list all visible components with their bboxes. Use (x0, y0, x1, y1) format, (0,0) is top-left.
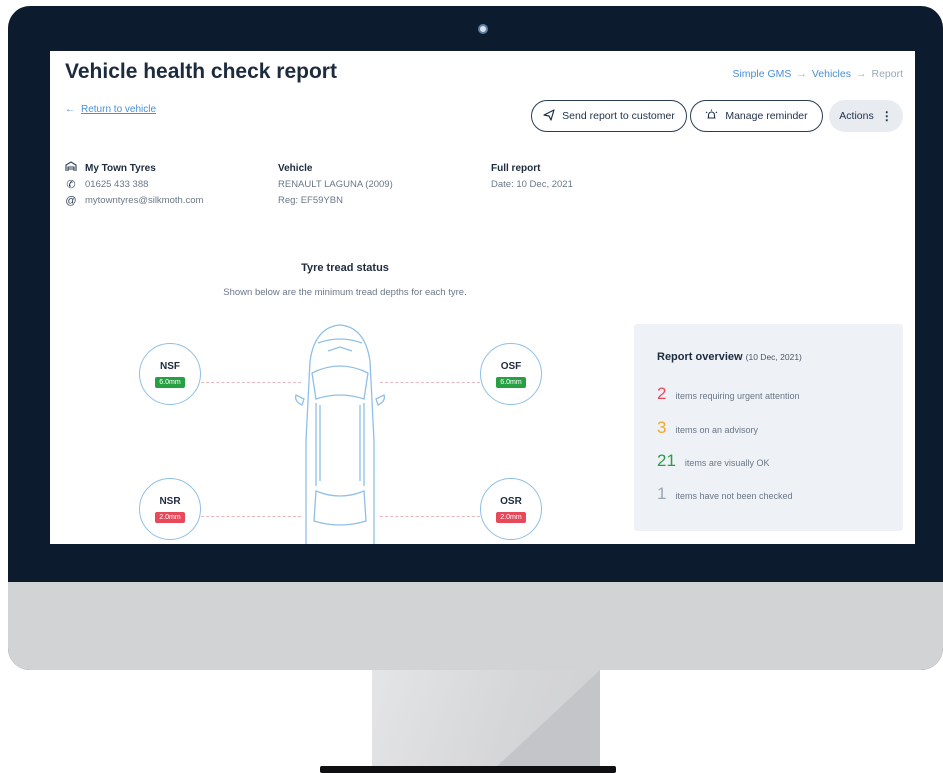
actions-button[interactable]: Actions ⋮ (829, 100, 903, 132)
report-overview-heading: Report overview (657, 351, 743, 363)
breadcrumb-item-vehicles[interactable]: Vehicles (812, 68, 851, 80)
tyre-nsf[interactable]: NSF 6.0mm (139, 343, 201, 405)
return-to-vehicle-label: Return to vehicle (81, 104, 157, 115)
overview-item-ok[interactable]: 21 items are visually OK (657, 451, 769, 471)
report-details: Full report Date: 10 Dec, 2021 (491, 161, 573, 193)
vehicle-heading: Vehicle (278, 163, 313, 174)
overview-text: items are visually OK (684, 458, 770, 468)
overview-count: 1 (657, 484, 667, 503)
tyre-nsr-depth-badge: 2.0mm (155, 511, 185, 523)
garage-phone: 01625 433 388 (85, 179, 149, 190)
vehicle-details: Vehicle RENAULT LAGUNA (2009) Reg: EF59Y… (278, 161, 393, 209)
garage-email: mytowntyres@silkmoth.com (85, 195, 204, 206)
at-icon: @ (65, 195, 77, 207)
tyre-osr[interactable]: OSR 2.0mm (480, 478, 542, 540)
overview-item-not-checked[interactable]: 1 items have not been checked (657, 484, 793, 504)
breadcrumb-item-simple-gms[interactable]: Simple GMS (732, 68, 791, 80)
alarm-icon (705, 109, 718, 124)
send-report-label: Send report to customer (562, 110, 675, 122)
breadcrumb-item-report: Report (871, 68, 903, 80)
overview-text: items have not been checked (675, 491, 793, 501)
camera-icon (478, 24, 488, 34)
overview-item-urgent[interactable]: 2 items requiring urgent attention (657, 384, 800, 404)
tyre-osf-depth-badge: 6.0mm (496, 376, 526, 388)
overview-count: 3 (657, 418, 667, 437)
app-screen: Vehicle health check report Simple GMS →… (50, 51, 915, 544)
vehicle-reg: Reg: EF59YBN (278, 195, 343, 206)
paper-plane-icon (543, 108, 555, 124)
tyre-nsf-label: NSF (160, 360, 180, 372)
overview-item-advisory[interactable]: 3 items on an advisory (657, 418, 758, 438)
tyre-osr-label: OSR (500, 495, 522, 507)
overview-text: items requiring urgent attention (675, 391, 800, 401)
tyre-osr-depth-badge: 2.0mm (496, 511, 526, 523)
report-overview-title: Report overview (10 Dec, 2021) (657, 351, 802, 363)
phone-icon: ✆ (66, 179, 76, 191)
breadcrumb-arrow-icon: → (796, 68, 807, 80)
return-to-vehicle-link[interactable]: ← Return to vehicle (65, 104, 156, 115)
breadcrumb-arrow-icon: → (855, 68, 867, 80)
tyre-nsf-depth-badge: 6.0mm (155, 376, 185, 388)
breadcrumb: Simple GMS → Vehicles → Report (732, 68, 903, 80)
garage-icon (65, 161, 77, 177)
overview-text: items on an advisory (675, 425, 759, 435)
car-outline-icon (294, 324, 386, 544)
more-vertical-icon: ⋮ (880, 109, 893, 123)
page-title: Vehicle health check report (65, 60, 337, 83)
tyre-osf-label: OSF (500, 360, 522, 372)
monitor-chin (8, 582, 943, 670)
actions-label: Actions (839, 110, 874, 122)
report-overview-date: (10 Dec, 2021) (745, 352, 802, 362)
vehicle-model: RENAULT LAGUNA (2009) (278, 179, 393, 190)
report-date: Date: 10 Dec, 2021 (491, 179, 573, 190)
tyre-nsr[interactable]: NSR 2.0mm (139, 478, 201, 540)
send-report-button[interactable]: Send report to customer (531, 100, 687, 132)
tread-status-subtitle: Shown below are the minimum tread depths… (223, 287, 467, 298)
report-overview-panel: Report overview (10 Dec, 2021) 2 items r… (634, 324, 903, 531)
tyre-nsr-label: NSR (159, 495, 181, 507)
garage-name: My Town Tyres (85, 163, 156, 174)
report-heading: Full report (491, 163, 541, 174)
tyre-osf[interactable]: OSF 6.0mm (480, 343, 542, 405)
monitor-stand-base (320, 766, 616, 773)
manage-reminder-button[interactable]: Manage reminder (690, 100, 823, 132)
manage-reminder-label: Manage reminder (725, 110, 808, 122)
overview-count: 21 (657, 451, 676, 470)
arrow-left-icon: ← (65, 104, 75, 115)
overview-count: 2 (657, 384, 667, 403)
garage-details: My Town Tyres ✆ 01625 433 388 @ mytownty… (65, 161, 203, 209)
tread-status-title: Tyre tread status (301, 262, 389, 274)
